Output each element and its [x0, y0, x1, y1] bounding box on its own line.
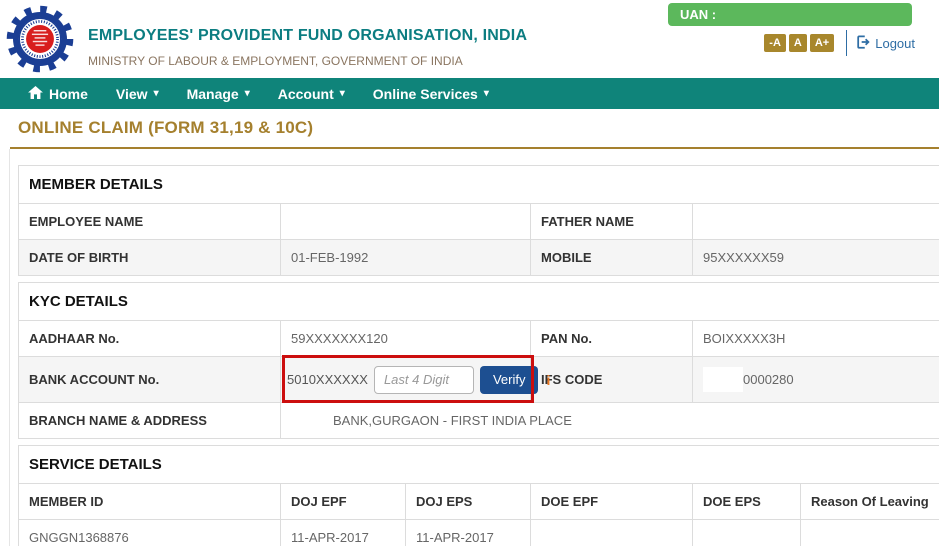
nav-item-manage[interactable]: Manage ▾	[187, 86, 250, 102]
col-reason-of-leaving: Reason Of Leaving	[801, 484, 939, 520]
aadhaar-value: 59XXXXXXX120	[281, 321, 531, 357]
uan-label: UAN :	[680, 7, 716, 22]
page-title-bar: ONLINE CLAIM (FORM 31,19 & 10C)	[10, 109, 939, 149]
father-name-value	[693, 204, 939, 240]
page-title: ONLINE CLAIM (FORM 31,19 & 10C)	[18, 118, 939, 138]
main-nav: Home View ▾ Manage ▾ Account ▾ Online Se…	[0, 78, 939, 109]
pan-label: PAN No.	[531, 321, 693, 357]
nav-item-view[interactable]: View ▾	[116, 86, 159, 102]
font-normal-button[interactable]: A	[789, 34, 807, 52]
content-card: MEMBER DETAILS EMPLOYEE NAME FATHER NAME…	[9, 149, 939, 546]
epfo-logo-icon	[4, 2, 76, 76]
doj-eps-value: 11-APR-2017	[406, 520, 531, 546]
section-heading-row: SERVICE DETAILS	[19, 446, 939, 484]
col-doj-eps: DOJ EPS	[406, 484, 531, 520]
uan-banner: UAN :	[668, 3, 912, 26]
app-header: EMPLOYEES' PROVIDENT FUND ORGANISATION, …	[0, 0, 939, 78]
section-heading-row: KYC DETAILS	[19, 283, 939, 321]
chevron-down-icon: ▾	[484, 89, 489, 99]
info-icon[interactable]: i	[546, 372, 550, 388]
bank-last4-input[interactable]	[374, 366, 474, 394]
ifs-code-cell: 0000280	[693, 357, 939, 403]
branch-label: BRANCH NAME & ADDRESS	[19, 403, 281, 439]
logout-icon	[856, 35, 870, 52]
chevron-down-icon: ▾	[154, 89, 159, 99]
chevron-down-icon: ▾	[245, 89, 250, 99]
dob-label: DATE OF BIRTH	[19, 240, 281, 276]
verify-button[interactable]: Verify	[480, 366, 539, 394]
ifs-code-value: 0000280	[743, 372, 794, 387]
font-larger-button[interactable]: A+	[810, 34, 834, 52]
bank-account-label: BANK ACCOUNT No.	[19, 357, 281, 403]
table-row: AADHAAR No. 59XXXXXXX120 PAN No. BOIXXXX…	[19, 321, 939, 357]
doe-epf-value	[531, 520, 693, 546]
employee-name-value	[281, 204, 531, 240]
home-icon	[28, 86, 43, 102]
chevron-down-icon: ▾	[340, 89, 345, 99]
table-header-row: MEMBER ID DOJ EPF DOJ EPS DOE EPF DOE EP…	[19, 484, 939, 520]
service-details-table: SERVICE DETAILS MEMBER ID DOJ EPF DOJ EP…	[18, 445, 939, 546]
logout-button[interactable]: Logout	[856, 35, 915, 52]
service-details-heading: SERVICE DETAILS	[19, 446, 939, 484]
col-doe-epf: DOE EPF	[531, 484, 693, 520]
dob-value: 01-FEB-1992	[281, 240, 531, 276]
member-details-table: MEMBER DETAILS EMPLOYEE NAME FATHER NAME…	[18, 165, 939, 276]
table-row: EMPLOYEE NAME FATHER NAME	[19, 204, 939, 240]
table-row: BRANCH NAME & ADDRESS BANK,GURGAON - FIR…	[19, 403, 939, 439]
header-tools: -A A A+ Logout	[761, 30, 915, 56]
col-member-id: MEMBER ID	[19, 484, 281, 520]
col-doe-eps: DOE EPS	[693, 484, 801, 520]
ifs-code-label: IFS CODE	[531, 357, 693, 403]
nav-item-online-services[interactable]: Online Services ▾	[373, 86, 489, 102]
org-title: EMPLOYEES' PROVIDENT FUND ORGANISATION, …	[88, 27, 527, 45]
father-name-label: FATHER NAME	[531, 204, 693, 240]
kyc-details-heading: KYC DETAILS	[19, 283, 939, 321]
reason-of-leaving-value	[801, 520, 939, 546]
member-id-value: GNGGN1368876	[19, 520, 281, 546]
col-doj-epf: DOJ EPF	[281, 484, 406, 520]
nav-item-account[interactable]: Account ▾	[278, 86, 345, 102]
table-row: DATE OF BIRTH 01-FEB-1992 MOBILE 95XXXXX…	[19, 240, 939, 276]
divider	[846, 30, 847, 56]
section-heading-row: MEMBER DETAILS	[19, 166, 939, 204]
pan-value: BOIXXXXX3H	[693, 321, 939, 357]
org-subtitle: MINISTRY OF LABOUR & EMPLOYMENT, GOVERNM…	[88, 54, 463, 68]
employee-name-label: EMPLOYEE NAME	[19, 204, 281, 240]
kyc-details-table: KYC DETAILS AADHAAR No. 59XXXXXXX120 PAN…	[18, 282, 939, 439]
table-row: BANK ACCOUNT No. 5010XXXXXX Verify i IFS…	[19, 357, 939, 403]
font-smaller-button[interactable]: -A	[764, 34, 786, 52]
nav-item-home[interactable]: Home	[28, 86, 88, 102]
mobile-label: MOBILE	[531, 240, 693, 276]
aadhaar-label: AADHAAR No.	[19, 321, 281, 357]
doj-epf-value: 11-APR-2017	[281, 520, 406, 546]
table-row: GNGGN1368876 11-APR-2017 11-APR-2017	[19, 520, 939, 546]
branch-value: BANK,GURGAON - FIRST INDIA PLACE	[281, 403, 939, 439]
member-details-heading: MEMBER DETAILS	[19, 166, 939, 204]
bank-account-masked-value: 5010XXXXXX	[287, 372, 368, 387]
logout-label: Logout	[875, 36, 915, 51]
mobile-value: 95XXXXXX59	[693, 240, 939, 276]
redaction-box	[703, 367, 743, 392]
doe-eps-value	[693, 520, 801, 546]
bank-account-cell: 5010XXXXXX Verify i	[281, 357, 531, 403]
